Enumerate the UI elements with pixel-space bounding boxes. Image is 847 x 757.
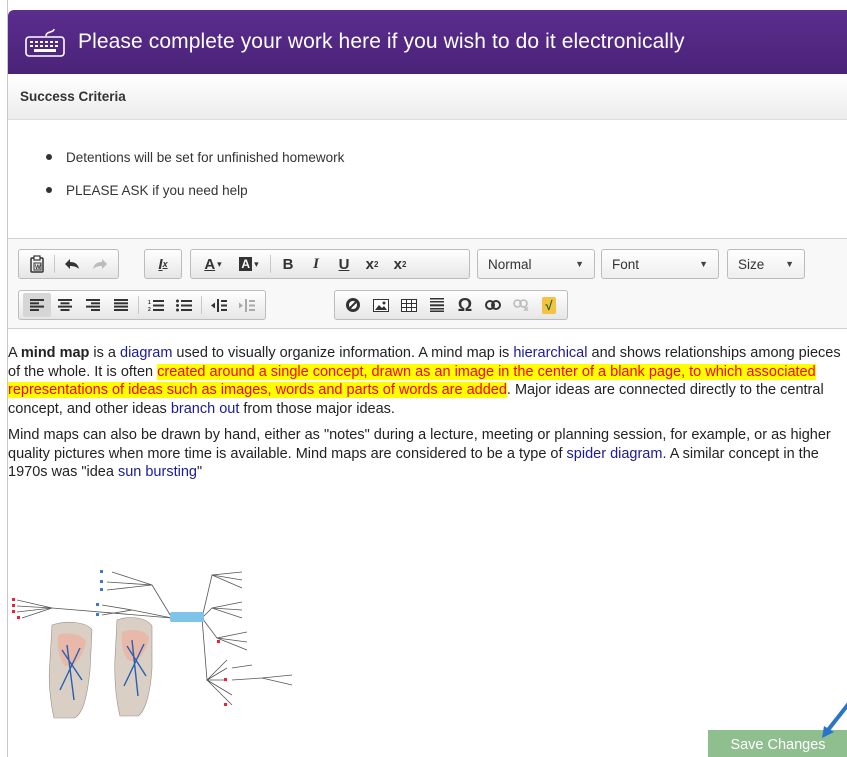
- image-icon[interactable]: [367, 293, 395, 317]
- link-diagram[interactable]: diagram: [120, 345, 172, 361]
- underline-icon[interactable]: U: [330, 252, 358, 276]
- text-color-glyph: A: [204, 255, 216, 273]
- success-criteria-bar: Success Criteria: [8, 74, 847, 120]
- link-spider-diagram[interactable]: spider diagram: [567, 446, 663, 462]
- text-run: from those major ideas.: [239, 400, 395, 417]
- chevron-down-icon: ▼: [785, 259, 794, 269]
- size-select-value: Size: [738, 256, 765, 272]
- superscript-icon[interactable]: x2: [386, 252, 414, 276]
- svg-text:W: W: [35, 265, 41, 271]
- font-select-value: Font: [612, 256, 640, 272]
- special-character-icon[interactable]: Ω: [451, 293, 479, 317]
- format-select-value: Normal: [488, 256, 532, 272]
- link-icon[interactable]: [479, 293, 507, 317]
- math-icon[interactable]: √: [535, 293, 563, 317]
- list-item: PLEASE ASK if you need help: [46, 183, 344, 216]
- math-glyph: √: [542, 296, 556, 314]
- svg-text:2: 2: [148, 307, 151, 312]
- underline-glyph: U: [338, 255, 350, 273]
- toolbar-group-clipboard: W: [18, 249, 119, 279]
- remove-format-icon[interactable]: Ix: [149, 252, 177, 276]
- horizontal-line-icon[interactable]: [423, 293, 451, 317]
- paste-from-word-icon[interactable]: W: [23, 252, 51, 276]
- align-right-icon[interactable]: [79, 293, 107, 317]
- paragraph: A mind map is a diagram used to visually…: [8, 344, 847, 418]
- link-sun-bursting[interactable]: sun bursting: [118, 464, 197, 480]
- criteria-list: Detentions will be set for unfinished ho…: [46, 150, 344, 216]
- svg-text:1: 1: [148, 300, 151, 306]
- bold-text: mind map: [20, 345, 90, 361]
- list-item: Detentions will be set for unfinished ho…: [46, 150, 344, 183]
- link-branch-out[interactable]: branch out: [171, 401, 240, 417]
- text-run: ": [196, 464, 203, 480]
- table-icon[interactable]: [395, 293, 423, 317]
- toolbar-group-insert: Ω √: [334, 290, 568, 320]
- align-left-icon[interactable]: [23, 293, 51, 317]
- superscript-glyph: x: [393, 255, 402, 273]
- toolbar-group-cleanup: Ix: [144, 249, 182, 279]
- subscript-glyph: x: [365, 255, 374, 273]
- toolbar-group-align: 12: [18, 290, 266, 320]
- link-hierarchical[interactable]: hierarchical: [513, 345, 587, 361]
- bold-glyph: B: [282, 255, 294, 273]
- text-color-icon[interactable]: A ▾: [195, 252, 231, 276]
- italic-glyph: I: [313, 255, 319, 272]
- section-title: Success Criteria: [20, 89, 126, 104]
- toolbar-separator: [270, 255, 271, 273]
- bg-color-glyph: A: [239, 257, 253, 271]
- text-run: is a: [89, 345, 121, 361]
- format-select[interactable]: Normal ▼: [477, 249, 595, 279]
- font-select[interactable]: Font ▼: [601, 249, 719, 279]
- toolbar-separator: [201, 296, 202, 314]
- anchor-icon[interactable]: [339, 293, 367, 317]
- mind-map-image: [12, 560, 364, 720]
- background-color-icon[interactable]: A ▾: [231, 252, 267, 276]
- subscript-icon[interactable]: x2: [358, 252, 386, 276]
- bulleted-list-icon[interactable]: [170, 293, 198, 317]
- header-bar: Please complete your work here if you wi…: [8, 10, 847, 74]
- paragraph: Mind maps can also be drawn by hand, eit…: [8, 426, 847, 482]
- header-title: Please complete your work here if you wi…: [78, 30, 685, 53]
- toolbar-separator: [54, 255, 55, 273]
- increase-indent-icon[interactable]: [233, 293, 261, 317]
- editor-content[interactable]: A mind map is a diagram used to visually…: [8, 344, 847, 490]
- text-run: used to visually organize information. A…: [172, 345, 514, 361]
- italic-icon[interactable]: I: [302, 252, 330, 276]
- text-run: A: [8, 345, 21, 361]
- keyboard-icon: [24, 28, 66, 57]
- bold-icon[interactable]: B: [274, 252, 302, 276]
- align-center-icon[interactable]: [51, 293, 79, 317]
- size-select[interactable]: Size ▼: [727, 249, 805, 279]
- unlink-icon[interactable]: [507, 293, 535, 317]
- justify-icon[interactable]: [107, 293, 135, 317]
- toolbar-separator: [138, 296, 139, 314]
- redo-icon[interactable]: [86, 252, 114, 276]
- omega-glyph: Ω: [457, 294, 473, 315]
- undo-icon[interactable]: [58, 252, 86, 276]
- toolbar-group-basicstyles: A ▾ A ▾ B I U x2 x2: [190, 249, 470, 279]
- chevron-down-icon: ▼: [699, 259, 708, 269]
- decrease-indent-icon[interactable]: [205, 293, 233, 317]
- editor-toolbar: W Ix A ▾ A ▾ B I U x2 x2 Normal ▼ Font ▼ S: [8, 239, 847, 329]
- pointer-arrow-icon: [814, 700, 847, 740]
- numbered-list-icon[interactable]: 12: [142, 293, 170, 317]
- chevron-down-icon: ▼: [575, 259, 584, 269]
